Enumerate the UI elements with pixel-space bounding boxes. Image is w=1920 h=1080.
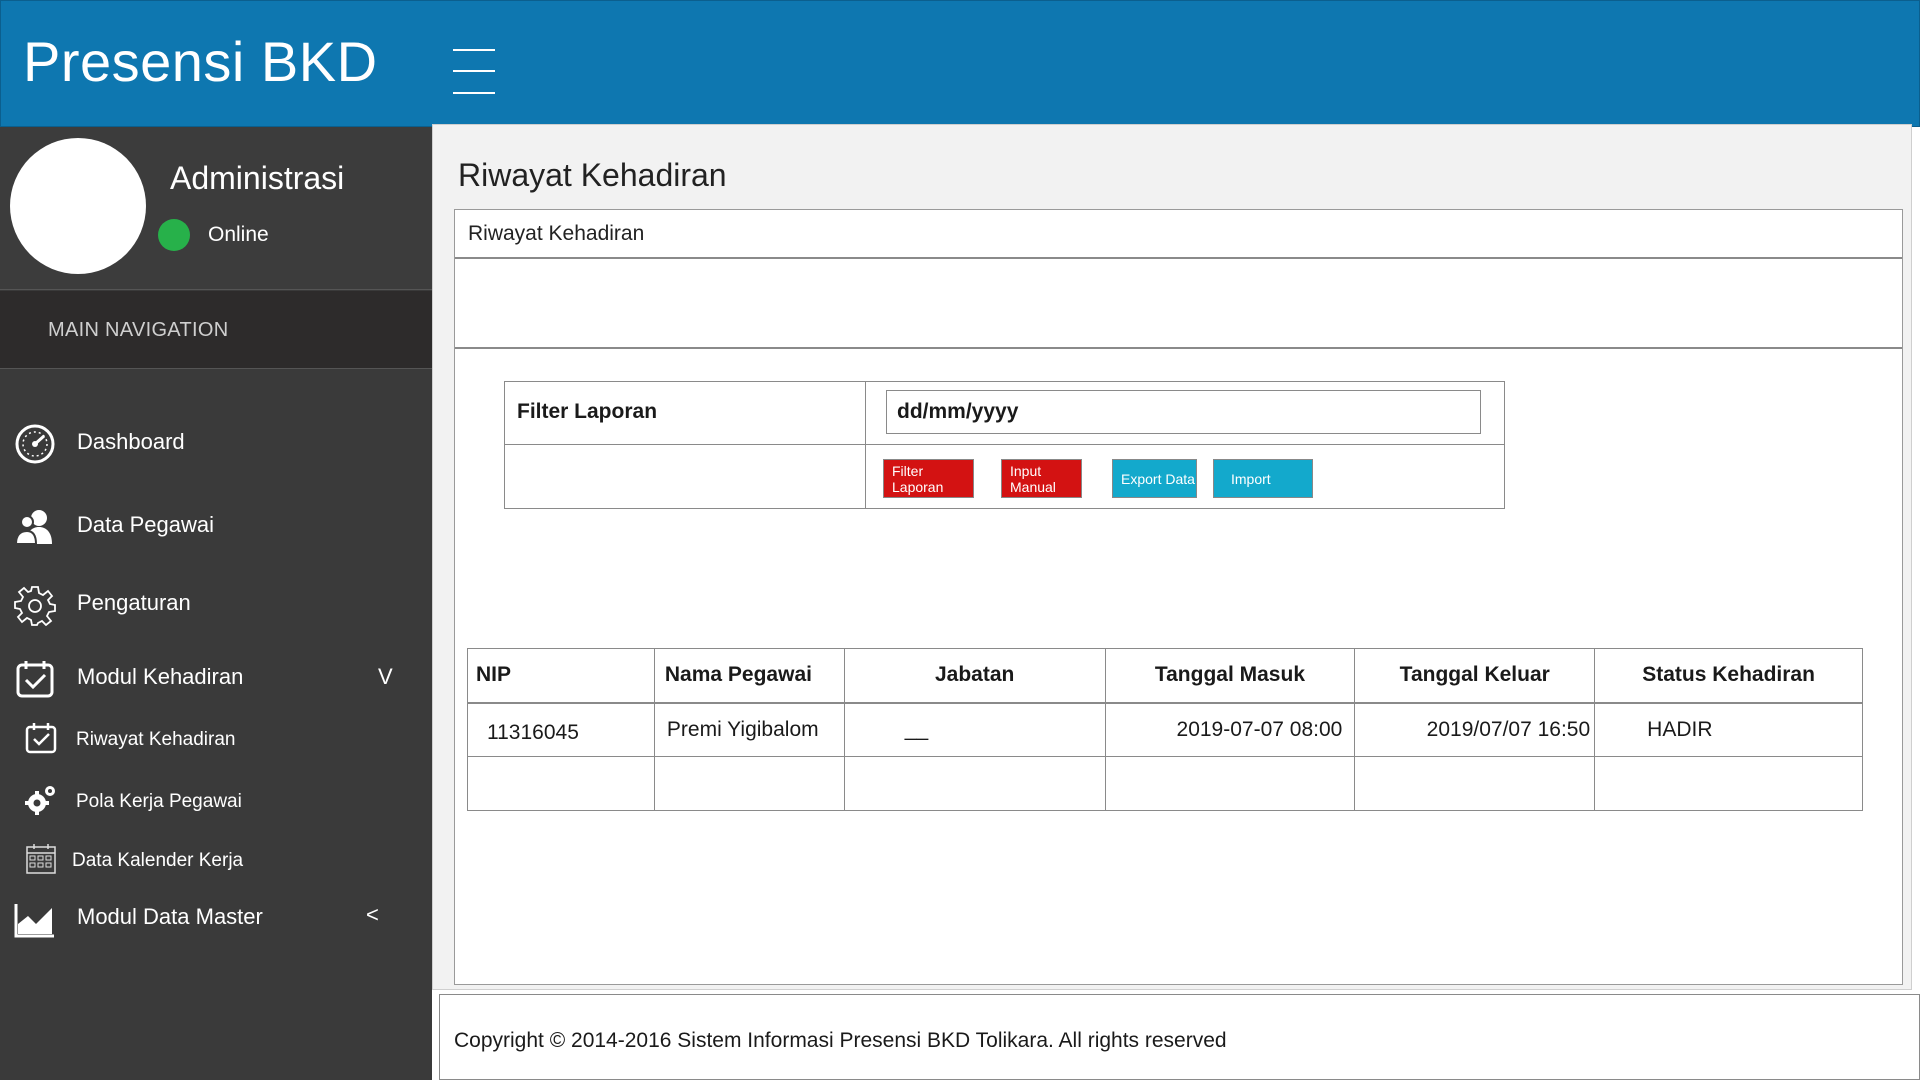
sidebar-toggle-icon[interactable] bbox=[453, 49, 495, 95]
area-chart-icon bbox=[14, 904, 54, 938]
sidebar-item-pengaturan[interactable]: Pengaturan bbox=[0, 576, 432, 632]
sidebar-item-label: Modul Data Master bbox=[77, 904, 263, 929]
cell-nama-pegawai bbox=[653, 756, 845, 811]
cell-tanggal-keluar bbox=[1354, 756, 1596, 811]
sidebar-item-label: Data Pegawai bbox=[77, 512, 214, 537]
nav-header-label: MAIN NAVIGATION bbox=[48, 319, 229, 341]
gear-icon bbox=[14, 586, 56, 626]
calendar-grid-icon bbox=[26, 844, 56, 874]
user-status: Online bbox=[208, 223, 269, 246]
cell-tanggal-masuk: 2019-07-07 08:00 bbox=[1104, 702, 1356, 757]
user-name: Administrasi bbox=[170, 160, 345, 196]
chevron-down-icon[interactable]: V bbox=[378, 664, 393, 690]
cell-nip: 11316045 bbox=[467, 702, 655, 757]
gears-icon bbox=[25, 786, 55, 815]
cell-nama-pegawai: Premi Yigibalom bbox=[653, 702, 845, 757]
cell-status-kehadiran: HADIR bbox=[1594, 702, 1863, 757]
calendar-check-icon bbox=[25, 723, 57, 754]
import-button[interactable]: Import bbox=[1213, 459, 1313, 498]
column-header-tanggal-keluar[interactable]: Tanggal Keluar bbox=[1354, 648, 1596, 704]
export-data-button[interactable]: Export Data bbox=[1112, 459, 1197, 498]
cell-tanggal-masuk bbox=[1104, 756, 1356, 811]
sidebar-item-modul-kehadiran[interactable]: Modul Kehadiran V bbox=[0, 650, 432, 706]
cell-jabatan bbox=[843, 756, 1106, 811]
column-header-status-kehadiran[interactable]: Status Kehadiran bbox=[1594, 648, 1863, 704]
table-row[interactable]: 11316045 Premi Yigibalom __ 2019-07-07 0… bbox=[467, 702, 1863, 757]
cell-nip bbox=[467, 756, 655, 811]
app-brand[interactable]: Presensi BKD bbox=[23, 29, 378, 94]
copyright-text: Copyright © 2014-2016 Sistem Informasi P… bbox=[454, 1029, 1227, 1052]
avatar bbox=[10, 138, 146, 274]
content-box: Riwayat Kehadiran Filter Laporan Filter … bbox=[454, 209, 1903, 985]
sidebar-item-label: Modul Kehadiran bbox=[77, 664, 244, 689]
users-icon bbox=[14, 510, 52, 545]
sidebar-subitem-riwayat-kehadiran[interactable]: Riwayat Kehadiran bbox=[0, 717, 432, 763]
sidebar-subitem-label: Pola Kerja Pegawai bbox=[76, 791, 242, 812]
box-title: Riwayat Kehadiran bbox=[468, 222, 645, 245]
attendance-table: NIP Nama Pegawai Jabatan Tanggal Masuk T… bbox=[467, 648, 1863, 811]
sidebar-subitem-data-kalender-kerja[interactable]: Data Kalender Kerja bbox=[0, 838, 432, 884]
cell-jabatan: __ bbox=[843, 702, 1106, 757]
sidebar-item-modul-data-master[interactable]: Modul Data Master < bbox=[0, 890, 432, 946]
chevron-left-icon[interactable]: < bbox=[366, 902, 379, 928]
box-toolbar-area bbox=[455, 259, 1902, 349]
sidebar-subitem-label: Data Kalender Kerja bbox=[72, 850, 244, 871]
table-row[interactable] bbox=[467, 756, 1863, 811]
date-filter-input[interactable] bbox=[886, 390, 1481, 434]
user-panel: Administrasi Online bbox=[0, 127, 432, 290]
sidebar-item-data-pegawai[interactable]: Data Pegawai bbox=[0, 498, 432, 554]
filter-form: Filter Laporan Filter Laporan Input Manu… bbox=[504, 381, 1505, 509]
column-header-nip[interactable]: NIP bbox=[467, 648, 655, 704]
column-header-tanggal-masuk[interactable]: Tanggal Masuk bbox=[1104, 648, 1356, 704]
box-header: Riwayat Kehadiran bbox=[455, 210, 1902, 259]
top-navbar: Presensi BKD bbox=[0, 0, 1920, 127]
input-manual-button[interactable]: Input Manual bbox=[1001, 459, 1082, 498]
cell-status-kehadiran bbox=[1594, 756, 1863, 811]
page-title: Riwayat Kehadiran bbox=[458, 157, 727, 193]
footer: Copyright © 2014-2016 Sistem Informasi P… bbox=[439, 994, 1920, 1080]
table-header-row: NIP Nama Pegawai Jabatan Tanggal Masuk T… bbox=[467, 648, 1863, 704]
column-header-nama-pegawai[interactable]: Nama Pegawai bbox=[653, 648, 845, 704]
online-status-icon bbox=[158, 219, 190, 251]
sidebar-item-label: Pengaturan bbox=[77, 590, 191, 615]
calendar-check-icon bbox=[16, 661, 54, 698]
sidebar-item-dashboard[interactable]: Dashboard bbox=[0, 415, 432, 471]
filter-laporan-button[interactable]: Filter Laporan bbox=[883, 459, 974, 498]
content-wrapper: Riwayat Kehadiran Riwayat Kehadiran Filt… bbox=[432, 124, 1912, 990]
cell-tanggal-keluar: 2019/07/07 16:50 bbox=[1354, 702, 1596, 757]
column-header-jabatan[interactable]: Jabatan bbox=[843, 648, 1106, 704]
filter-label: Filter Laporan bbox=[517, 400, 658, 423]
sidebar-item-label: Dashboard bbox=[77, 429, 185, 454]
sidebar-subitem-pola-kerja-pegawai[interactable]: Pola Kerja Pegawai bbox=[0, 779, 432, 825]
sidebar-subitem-label: Riwayat Kehadiran bbox=[76, 729, 236, 750]
dashboard-gauge-icon bbox=[15, 424, 55, 464]
sidebar: Administrasi Online MAIN NAVIGATION Dash… bbox=[0, 127, 432, 1080]
